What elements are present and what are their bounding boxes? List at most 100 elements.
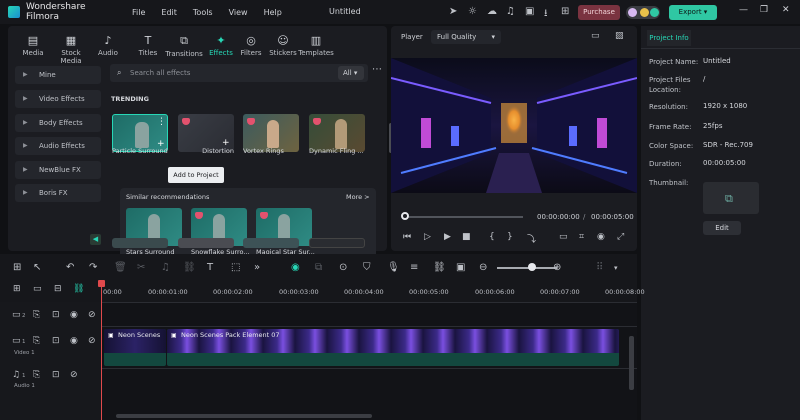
category-audio-effects[interactable]: ▶ Audio Effects bbox=[15, 137, 101, 155]
close-icon[interactable]: ✕ bbox=[782, 5, 790, 15]
maximize-icon[interactable]: ❐ bbox=[760, 5, 768, 15]
tab-media[interactable]: ▤ Media bbox=[13, 34, 53, 57]
render-preview-icon[interactable]: ⧉ bbox=[315, 262, 322, 273]
category-newblue-fx[interactable]: ▶ NewBlue FX bbox=[15, 161, 101, 179]
zoom-slider[interactable] bbox=[497, 267, 557, 269]
microphone-icon[interactable]: 🎙 bbox=[387, 262, 400, 273]
search-input[interactable]: ⌕ Search all effects bbox=[110, 64, 368, 82]
crop-icon[interactable]: ⌗ bbox=[579, 232, 584, 242]
mute-icon[interactable]: ⊘ bbox=[88, 336, 96, 346]
marker-icon[interactable]: ⛓ bbox=[433, 262, 446, 273]
menu-edit[interactable]: Edit bbox=[161, 8, 177, 17]
menu-view[interactable]: View bbox=[229, 8, 248, 17]
menu-help[interactable]: Help bbox=[264, 8, 282, 17]
category-body-effects[interactable]: ▶ Body Effects bbox=[15, 114, 101, 132]
lock-icon[interactable]: ⊡ bbox=[52, 310, 60, 320]
tab-titles[interactable]: T Titles bbox=[128, 34, 168, 57]
delete-icon[interactable]: 🗑 bbox=[114, 262, 127, 273]
filter-dropdown[interactable]: All ▾ bbox=[338, 66, 364, 80]
ai-tool-icon[interactable]: ◉ bbox=[291, 262, 300, 273]
add-track-icon[interactable]: ⊞ bbox=[13, 284, 21, 294]
folder-icon[interactable]: ⎘ bbox=[33, 370, 40, 380]
mute-icon[interactable]: ⊘ bbox=[88, 310, 96, 320]
link-icon[interactable]: ⛓ bbox=[183, 262, 196, 273]
shield-icon[interactable]: ⛉ bbox=[363, 262, 371, 273]
timeline-clip[interactable]: ▣ Neon Scenes Pack Element 07 bbox=[167, 329, 619, 366]
folder-icon[interactable]: ⎘ bbox=[33, 336, 40, 346]
headset-icon[interactable]: ♫ bbox=[506, 6, 515, 17]
folder-icon[interactable]: ⎘ bbox=[33, 310, 40, 320]
grid-icon[interactable]: ⊞ bbox=[561, 6, 569, 17]
save-icon[interactable]: ▣ bbox=[525, 6, 534, 17]
stop-icon[interactable]: ■ bbox=[462, 232, 471, 242]
audio-detach-icon[interactable]: ♫ bbox=[161, 262, 170, 273]
playback-scrubber[interactable] bbox=[401, 212, 409, 220]
play-icon[interactable]: ▶ bbox=[444, 232, 451, 242]
lock-icon[interactable]: ⊡ bbox=[52, 370, 60, 380]
snap-icon[interactable]: ⊙ bbox=[339, 262, 347, 273]
quality-dropdown[interactable]: Full Quality ▾ bbox=[431, 30, 501, 44]
more-tools-icon[interactable]: » bbox=[254, 262, 260, 273]
redo-icon[interactable]: ↷ bbox=[89, 262, 97, 273]
menu-tools[interactable]: Tools bbox=[193, 8, 213, 17]
timeline-clip[interactable]: ▣ Neon Scenes bbox=[104, 329, 166, 366]
split-view-icon[interactable]: ▭ bbox=[591, 31, 600, 41]
effect-card[interactable] bbox=[309, 238, 365, 248]
tab-stock-media[interactable]: ▦ Stock Media bbox=[51, 34, 91, 65]
playhead-handle[interactable] bbox=[98, 280, 105, 287]
lock-icon[interactable]: ⊡ bbox=[52, 336, 60, 346]
cut-icon[interactable]: ✂ bbox=[137, 262, 145, 273]
timeline-playhead[interactable] bbox=[101, 280, 102, 420]
picture-in-picture-icon[interactable]: ▣ bbox=[456, 262, 465, 273]
timeline-vertical-scrollbar[interactable] bbox=[629, 336, 634, 390]
fullscreen-icon[interactable]: ⤢ bbox=[617, 232, 624, 242]
effect-card[interactable] bbox=[178, 238, 234, 248]
layout-icon[interactable]: ⊞ bbox=[13, 262, 21, 273]
category-mine[interactable]: ▶ Mine bbox=[15, 66, 101, 84]
minimize-icon[interactable]: — bbox=[739, 5, 748, 15]
tab-audio[interactable]: ♪ Audio bbox=[88, 34, 128, 57]
cloud-upload-icon[interactable]: ☁ bbox=[487, 6, 497, 17]
tab-project-info[interactable]: Project Info bbox=[647, 30, 691, 46]
display-icon[interactable]: ▭ bbox=[559, 232, 568, 242]
effect-card[interactable] bbox=[112, 238, 168, 248]
collapse-sidebar-icon[interactable]: ◀ bbox=[90, 234, 101, 245]
more-options-icon[interactable]: ⋯ bbox=[372, 64, 382, 75]
timeline-horizontal-scrollbar[interactable] bbox=[116, 414, 372, 418]
mark-in-icon[interactable]: { bbox=[489, 232, 495, 242]
effect-card[interactable] bbox=[243, 238, 299, 248]
snapshot-preview-icon[interactable]: ▨ bbox=[615, 31, 624, 41]
previous-frame-icon[interactable]: ⏮ bbox=[403, 232, 411, 242]
send-icon[interactable]: ➤ bbox=[449, 6, 457, 17]
category-boris-fx[interactable]: ▶ Boris FX bbox=[15, 184, 101, 202]
text-tool-icon[interactable]: T bbox=[207, 262, 213, 273]
snapshot-icon[interactable]: ◉ bbox=[597, 232, 605, 242]
link-toggle-icon[interactable]: ⛓ bbox=[73, 284, 84, 294]
track-manager-icon[interactable]: ▭ bbox=[33, 284, 42, 294]
eye-icon[interactable]: ◉ bbox=[70, 310, 78, 320]
purchase-button[interactable]: Purchase bbox=[578, 5, 620, 20]
grid-view-icon[interactable]: ⠿ bbox=[596, 262, 603, 273]
category-video-effects[interactable]: ▶ Video Effects bbox=[15, 90, 101, 108]
crop-tool-icon[interactable]: ⬚ bbox=[231, 262, 240, 273]
select-tool-icon[interactable]: ↖ bbox=[33, 262, 41, 273]
more-link[interactable]: More > bbox=[346, 193, 370, 201]
tab-transitions[interactable]: ⧉ Transitions bbox=[164, 34, 204, 58]
undo-icon[interactable]: ↶ bbox=[66, 262, 74, 273]
menu-file[interactable]: File bbox=[132, 8, 145, 17]
magnet-icon[interactable]: ⊟ bbox=[54, 284, 62, 294]
timeline-ruler[interactable]: 00:00 00:00:01:00 00:00:02:00 00:00:03:0… bbox=[101, 282, 645, 302]
chevron-down-icon[interactable]: ▾ bbox=[614, 264, 618, 272]
tab-templates[interactable]: ▥ Templates bbox=[296, 34, 336, 57]
playback-progress-track[interactable] bbox=[403, 216, 523, 218]
lightbulb-icon[interactable]: ☼ bbox=[468, 6, 477, 17]
eye-icon[interactable]: ◉ bbox=[70, 336, 78, 346]
edit-thumbnail-button[interactable]: Edit bbox=[703, 221, 741, 235]
mark-out-icon[interactable]: } bbox=[507, 232, 513, 242]
voiceover-list-icon[interactable]: ≡ bbox=[410, 262, 418, 273]
zoom-out-icon[interactable]: ⊖ bbox=[479, 262, 487, 273]
account-toggle[interactable] bbox=[626, 6, 660, 19]
zoom-slider-knob[interactable] bbox=[528, 263, 536, 271]
mute-icon[interactable]: ⊘ bbox=[70, 370, 78, 380]
more-icon[interactable]: ⋮ bbox=[157, 117, 166, 127]
